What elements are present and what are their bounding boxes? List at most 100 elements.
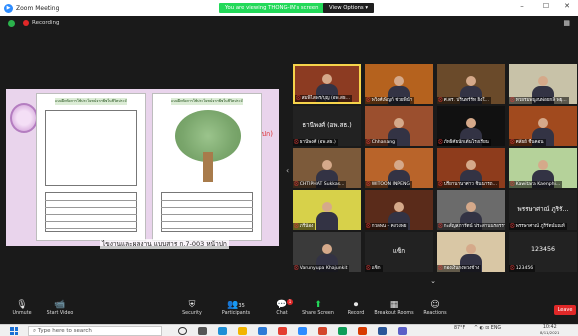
chat-badge: 1 — [287, 299, 293, 305]
office-icon[interactable] — [358, 327, 367, 335]
participant-name: สมพิไลพร/บุญ (อพ.สธ... — [301, 96, 351, 101]
participant-head — [466, 76, 476, 86]
maximize-icon[interactable]: ☐ — [541, 2, 551, 10]
participant-tile[interactable]: 123456 ⛒123456 — [509, 232, 577, 272]
participant-name-label: ⛒พรรษาศาณ์ ภูริรัตน์บณท์ — [509, 223, 567, 230]
system-tray-icons[interactable]: ^ ◐ ⊡ ENG — [474, 326, 501, 331]
chat-button[interactable]: 💬 1 Chat — [262, 299, 302, 316]
teams-icon[interactable] — [398, 327, 407, 335]
unmute-button[interactable]: 🎙 Unmute — [2, 299, 42, 316]
participant-tile[interactable]: ⛒Chhanang — [365, 106, 433, 146]
participant-tile[interactable]: ⛒ภัทธิศัยนักเต้นโรงเรียน — [437, 106, 505, 146]
powerpoint-icon[interactable] — [318, 327, 327, 335]
record-label: Record — [347, 311, 365, 316]
app-icon[interactable] — [278, 327, 287, 335]
weather-label[interactable]: 87°F — [454, 326, 465, 331]
participant-tile[interactable]: ⛒กวลพน - คงวงพย — [365, 190, 433, 230]
task-view-icon[interactable] — [198, 327, 207, 335]
shield-icon[interactable] — [8, 19, 15, 27]
participant-name: กะสัญสภารัตน์ ประสานนรอรรายง — [443, 224, 505, 229]
form-row — [161, 225, 253, 229]
participant-tile[interactable]: ⛒กองเงินกงพวงข้าง — [437, 232, 505, 272]
participant-head — [538, 160, 548, 170]
mail-icon[interactable] — [258, 327, 267, 335]
participant-name-label: ⛒ธานีพงศ์ (อพ.สธ.) — [293, 139, 338, 146]
edge-icon[interactable] — [218, 327, 227, 335]
word-icon[interactable] — [378, 327, 387, 335]
participant-display-name: 123456 — [530, 246, 556, 253]
participant-name-label: ⛒Kawitara Kaenphi... — [509, 181, 563, 188]
tree-trunk-illustration — [203, 152, 213, 182]
record-button[interactable]: ⏺ Record — [336, 299, 376, 316]
participant-tile[interactable]: ⛒สมพิไลพร/บุญ (อพ.สธ... — [293, 64, 361, 104]
participant-name: ทวยรมพนูงนพ่อยกลิ่ พยุ... — [515, 98, 567, 103]
participant-name-label: ⛒ทวยรมพนูงนพ่อยกลิ่ พยุ... — [509, 97, 569, 104]
chevron-down-icon[interactable]: ⌄ — [427, 278, 439, 285]
participants-button[interactable]: 👥35 Participants — [216, 299, 256, 316]
microphone-muted-icon: ⛒ — [366, 98, 371, 103]
participant-silhouette — [316, 202, 338, 230]
participant-tile[interactable]: พรรษาศาณ์ ภูริรั... ⛒พรรษาศาณ์ ภูริรัตน์บ… — [509, 190, 577, 230]
clock-date: 8/11/2021 — [540, 330, 560, 335]
breakout-rooms-button[interactable]: ▦ Breakout Rooms — [374, 299, 414, 316]
participant-tile[interactable]: ⛒ภรีน้อง — [293, 190, 361, 230]
leave-button[interactable]: Leave — [554, 305, 576, 315]
form-row — [45, 225, 137, 229]
participant-name-label: ⛒สมพิไลพร/บุญ (อพ.สธ... — [295, 95, 353, 102]
microphone-muted-icon: ⛒ — [510, 182, 515, 187]
file-explorer-icon[interactable] — [238, 327, 247, 335]
security-button[interactable]: ⛨ Security — [172, 299, 212, 316]
participant-tile[interactable]: ⛒ทวยรมพนูงนพ่อยกลิ่ พยุ... — [509, 64, 577, 104]
windows-start-icon[interactable] — [10, 327, 18, 335]
participant-name: ภัทธิศัยนักเต้นโรงเรียน — [443, 140, 489, 145]
reactions-button[interactable]: ☺ Reactions — [415, 299, 455, 316]
participant-head — [394, 118, 404, 128]
share-screen-button[interactable]: ⬆ Share Screen — [298, 299, 338, 316]
participant-tile[interactable]: ⛒ศลัยย์ ชื่นคอน — [509, 106, 577, 146]
chrome-icon[interactable] — [338, 327, 347, 335]
participant-head — [466, 160, 476, 170]
participant-tile[interactable]: แซ็ก ⛒แซ็ก — [365, 232, 433, 272]
participants-count: 35 — [238, 303, 245, 309]
participant-tile[interactable]: ⛒WITOON INPENG — [365, 148, 433, 188]
participant-tile[interactable]: ⛒Kawitara Kaenphi... — [509, 148, 577, 188]
participant-name: พรรษาศาณ์ ภูริรัตน์บณท์ — [515, 224, 565, 229]
microphone-muted-icon: ⛒ — [438, 98, 443, 103]
close-icon[interactable]: ✕ — [562, 2, 572, 10]
view-options-button[interactable]: View Options ▾ — [323, 3, 375, 13]
participant-body — [316, 212, 338, 230]
video-off-icon: 📹 — [54, 300, 66, 310]
meeting-toolbar: 🎙 Unmute 📹 Start Video ⛨ Security 👥35 Pa… — [0, 296, 578, 324]
drawing-frame — [45, 110, 137, 186]
participant-name: กวลพน - คงวงพย — [371, 224, 407, 229]
zoom-taskbar-icon[interactable] — [298, 327, 307, 335]
microphone-muted-icon: ⛒ — [438, 182, 443, 187]
windows-taskbar: ⌕ Type here to search 87°F ^ ◐ ⊡ ENG 10:… — [0, 324, 578, 336]
participants-icon: 👥35 — [227, 300, 245, 310]
microphone-muted-icon: ⛒ — [510, 98, 515, 103]
cortana-icon[interactable] — [178, 327, 187, 335]
microphone-muted-icon: ⛒ — [438, 224, 443, 229]
participant-tile[interactable]: ⛒กะสัญสภารัตน์ ประสานนรอรรายง — [437, 190, 505, 230]
participant-name: CHTIPHAT Sukkas... — [299, 182, 345, 187]
participant-tile[interactable]: ⛒ปรียานานาศาว ชินนารถ... — [437, 148, 505, 188]
clock[interactable]: 10:42 8/11/2021 — [540, 325, 559, 336]
share-banner: You are viewing THONG-IN's screen — [219, 3, 325, 13]
participant-tile[interactable]: ⛒Varunyupa Khajunkit — [293, 232, 361, 272]
participant-tile[interactable]: ⛒CHTIPHAT Sukkas... — [293, 148, 361, 188]
breakout-rooms-icon: ▦ — [389, 300, 399, 310]
participant-name-label: ⛒พวิงศ์เพ็ญก์ ช่วยพินำ — [365, 97, 415, 104]
participant-tile[interactable]: ⛒ศ.ดร. ปรินทร์ร์ท ยิ่งใ... — [437, 64, 505, 104]
participant-head — [538, 118, 548, 128]
microphone-muted-icon: ⛒ — [366, 266, 371, 271]
gallery-view-icon[interactable]: ▦ — [563, 19, 570, 27]
participant-head — [322, 160, 332, 170]
start-video-button[interactable]: 📹 Start Video — [40, 299, 80, 316]
unmute-label: Unmute — [12, 311, 32, 316]
minimize-icon[interactable]: – — [517, 2, 527, 10]
recording-label: Recording — [32, 20, 60, 26]
participant-tile[interactable]: ธานีพงศ์ (อพ.สธ.) ⛒ธานีพงศ์ (อพ.สธ.) — [293, 106, 361, 146]
taskbar-search-input[interactable]: ⌕ Type here to search — [28, 326, 162, 336]
collapse-gallery-icon[interactable]: ‹ — [286, 166, 292, 178]
participant-tile[interactable]: ⛒พวิงศ์เพ็ญก์ ช่วยพินำ — [365, 64, 433, 104]
